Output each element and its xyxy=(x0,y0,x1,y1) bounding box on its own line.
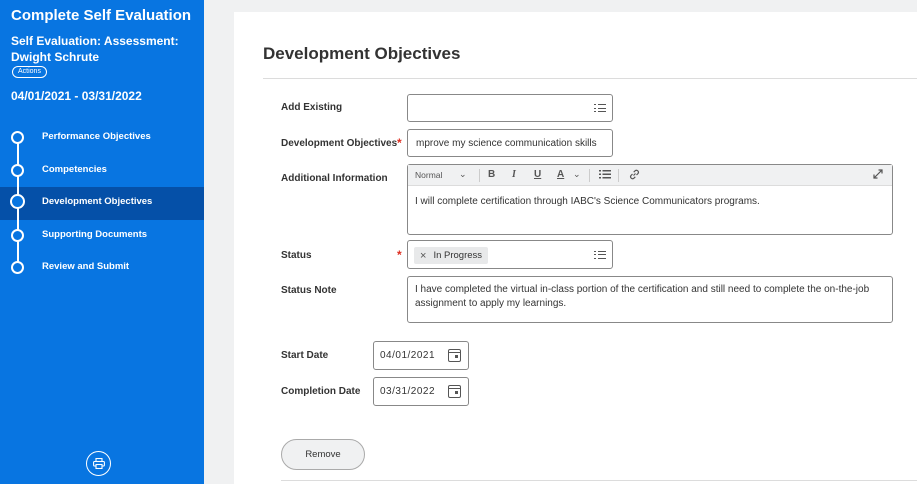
print-button[interactable] xyxy=(86,451,111,476)
calendar-icon[interactable] xyxy=(448,349,461,362)
status-label: Status xyxy=(281,250,312,261)
toolbar-divider xyxy=(479,169,480,182)
dev-objectives-input[interactable]: mprove my science communication skills xyxy=(407,129,613,157)
additional-info-label: Additional Information xyxy=(281,173,388,184)
sidebar-dates: 04/01/2021 - 03/31/2022 xyxy=(11,89,142,103)
start-date-input[interactable]: 04/01/2021 xyxy=(373,341,469,370)
remove-button[interactable]: Remove xyxy=(281,439,365,470)
step-supporting-documents[interactable]: Supporting Documents xyxy=(0,219,204,252)
step-label: Competencies xyxy=(42,163,107,175)
additional-info-editor[interactable]: Normal ⌄ B I U A ⌄ I will complete certi… xyxy=(407,164,893,235)
completion-date-input[interactable]: 03/31/2022 xyxy=(373,377,469,406)
toolbar-divider xyxy=(618,169,619,182)
dev-objectives-label: Development Objectives xyxy=(281,138,398,149)
toolbar-divider xyxy=(589,169,590,182)
calendar-icon[interactable] xyxy=(448,385,461,398)
step-label: Development Objectives xyxy=(42,196,153,207)
add-existing-input[interactable] xyxy=(407,94,613,122)
step-list: Performance Objectives Competencies Deve… xyxy=(0,122,204,285)
add-existing-label: Add Existing xyxy=(281,102,343,113)
additional-info-text: I will complete certification through IA… xyxy=(415,196,760,207)
text-color-button[interactable]: A xyxy=(557,169,564,180)
status-note-value: I have completed the virtual in-class po… xyxy=(415,284,870,309)
bold-button[interactable]: B xyxy=(488,169,495,180)
start-date-label: Start Date xyxy=(281,350,329,361)
status-input[interactable]: × In Progress xyxy=(407,240,613,269)
step-development-objectives[interactable]: Development Objectives xyxy=(0,187,204,220)
status-note-label: Status Note xyxy=(281,285,337,296)
bullet-list-icon[interactable] xyxy=(599,169,611,181)
title-divider xyxy=(263,78,917,79)
underline-button[interactable]: U xyxy=(534,169,541,180)
sidebar: Complete Self Evaluation Self Evaluation… xyxy=(0,0,204,484)
dev-objectives-value: mprove my science communication skills xyxy=(416,138,597,149)
required-marker: * xyxy=(397,248,402,262)
step-indicator-icon xyxy=(11,228,24,242)
step-indicator-icon xyxy=(11,261,24,274)
status-note-textarea[interactable]: I have completed the virtual in-class po… xyxy=(407,276,893,323)
step-competencies[interactable]: Competencies xyxy=(0,154,204,187)
list-icon[interactable] xyxy=(594,250,606,260)
actions-button[interactable]: Actions xyxy=(12,66,47,78)
page-title: Development Objectives xyxy=(263,44,461,63)
list-icon[interactable] xyxy=(594,103,606,113)
required-marker: * xyxy=(397,136,402,150)
sidebar-subtitle: Self Evaluation: Assessment: Dwight Schr… xyxy=(11,34,179,64)
expand-icon[interactable] xyxy=(873,169,883,181)
step-label: Performance Objectives xyxy=(42,131,151,142)
start-date-value: 04/01/2021 xyxy=(380,350,436,361)
step-indicator-icon xyxy=(10,194,25,209)
sidebar-title: Complete Self Evaluation xyxy=(11,7,192,24)
step-indicator-icon xyxy=(11,163,24,177)
step-review-and-submit[interactable]: Review and Submit xyxy=(0,252,204,285)
italic-button[interactable]: I xyxy=(512,169,516,180)
step-indicator-icon xyxy=(11,131,24,144)
completion-date-value: 03/31/2022 xyxy=(380,386,436,397)
status-value: In Progress xyxy=(433,250,483,261)
status-pill: × In Progress xyxy=(414,247,489,264)
remove-icon[interactable]: × xyxy=(420,250,426,262)
chevron-down-icon[interactable]: ⌄ xyxy=(459,169,467,180)
paragraph-style-select[interactable]: Normal xyxy=(415,170,442,180)
step-performance-objectives[interactable]: Performance Objectives xyxy=(0,122,204,155)
chevron-down-icon[interactable]: ⌄ xyxy=(573,169,581,180)
link-icon[interactable] xyxy=(629,169,640,182)
step-label: Review and Submit xyxy=(42,261,130,272)
printer-icon xyxy=(92,458,105,469)
editor-toolbar: Normal ⌄ B I U A ⌄ xyxy=(408,165,892,186)
completion-date-label: Completion Date xyxy=(281,386,361,397)
bottom-divider xyxy=(281,480,917,481)
step-label: Supporting Documents xyxy=(42,228,148,240)
